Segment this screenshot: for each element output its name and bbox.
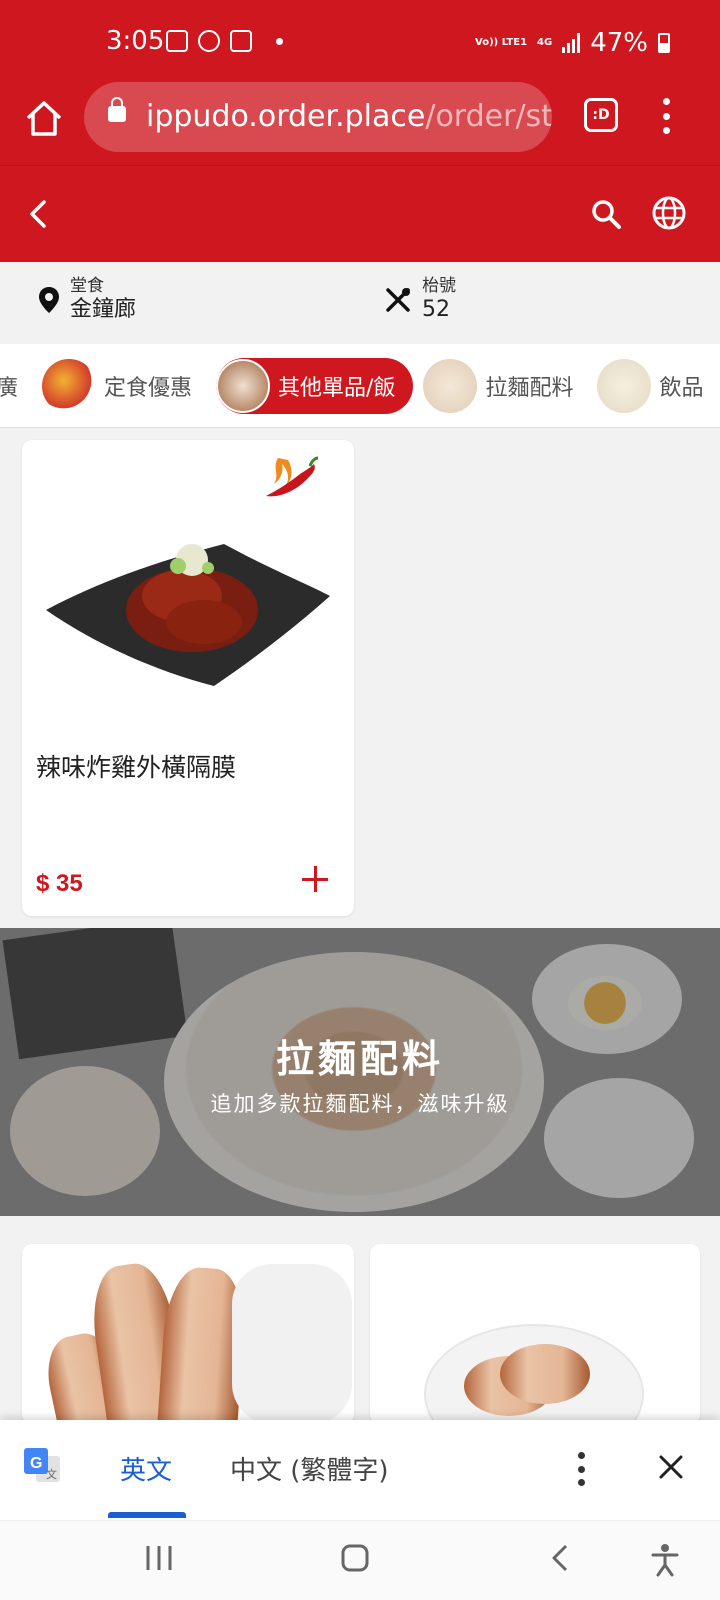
tab-drinks[interactable]: 飲品	[597, 358, 717, 414]
section-banner: 拉麵配料 追加多款拉麵配料，滋味升級	[0, 928, 720, 1216]
active-language-indicator	[108, 1512, 186, 1518]
tab-set-meal-offer[interactable]: 定食優惠	[42, 358, 206, 414]
google-translate-icon: G 文	[24, 1448, 60, 1482]
payment-notification-icon	[230, 30, 252, 52]
battery-icon	[658, 33, 670, 53]
tab-promotion[interactable]: 推廣	[0, 358, 32, 414]
signal-icon	[562, 33, 581, 53]
location-pin-icon	[39, 287, 59, 313]
section-title: 拉麵配料	[275, 1037, 444, 1081]
product-image	[46, 544, 330, 686]
more-notifications-dot	[276, 37, 283, 45]
utensils-icon	[386, 288, 410, 312]
svg-text:文: 文	[46, 1467, 57, 1481]
network-type-indicator: 4G	[537, 37, 553, 48]
lock-icon	[108, 97, 126, 122]
address-bar[interactable]: ippudo.order.place/order/stc	[84, 82, 552, 152]
battery-percent: 47%	[590, 28, 648, 58]
tab-label: 拉麵配料	[485, 376, 574, 401]
product-name: 辣味炸雞外橫隔膜	[36, 753, 237, 782]
category-tabs: 推廣 定食優惠 其他單品/飯 拉麵配料 飲品	[0, 344, 720, 428]
category-thumbnail	[42, 359, 97, 413]
home-icon[interactable]	[22, 96, 66, 140]
category-thumbnail	[423, 359, 478, 413]
source-language-tab[interactable]: 英文	[120, 1450, 172, 1487]
svg-text:G: G	[30, 1455, 42, 1472]
translate-more-icon[interactable]	[576, 1452, 586, 1486]
system-navigation-bar	[0, 1520, 720, 1600]
section-subtitle: 追加多款拉麵配料，滋味升級	[210, 1092, 510, 1116]
spicy-chili-icon	[266, 456, 319, 497]
add-to-cart-plus-icon[interactable]	[298, 862, 332, 896]
tab-label: 推廣	[0, 370, 18, 402]
translate-bar: G 文 英文 中文 (繁體字)	[0, 1420, 720, 1520]
back-arrow-icon[interactable]	[22, 194, 52, 234]
order-info-bar: 堂食 金鐘廊 枱號 52	[0, 262, 720, 344]
store-location: 金鐘廊	[70, 297, 137, 322]
volte-indicator: Vo)) LTE1	[475, 37, 528, 48]
gallery-icon	[166, 30, 188, 52]
recent-apps-icon[interactable]	[144, 1543, 174, 1573]
url-host: ippudo.order.place	[146, 99, 426, 134]
dining-mode-label: 堂食	[70, 276, 104, 296]
product-card[interactable]: 辣味炸雞外橫隔膜 $ 35	[22, 440, 354, 916]
clock: 3:05	[106, 26, 165, 56]
app-notification-icon	[198, 30, 220, 52]
category-thumbnail	[216, 359, 271, 413]
home-button-icon[interactable]	[340, 1543, 370, 1573]
product-price: $ 35	[36, 870, 83, 897]
product-card[interactable]	[22, 1244, 354, 1424]
search-icon[interactable]	[590, 198, 622, 230]
table-label: 枱號	[422, 276, 456, 296]
tab-ramen-toppings[interactable]: 拉麵配料	[423, 358, 587, 414]
product-card[interactable]	[370, 1244, 700, 1424]
tab-label: 其他單品/飯	[278, 376, 396, 401]
status-bar: 3:05 Vo)) LTE1 4G 47%	[0, 0, 720, 80]
category-thumbnail	[597, 359, 652, 413]
accessibility-icon[interactable]	[650, 1543, 680, 1577]
tab-other-items-rice[interactable]: 其他單品/飯	[216, 358, 414, 414]
language-globe-icon[interactable]	[652, 196, 686, 230]
back-button-icon[interactable]	[546, 1543, 576, 1573]
tab-switcher-button[interactable]: :D	[584, 98, 618, 132]
tab-label: 定食優惠	[104, 376, 193, 401]
table-number: 52	[422, 297, 450, 322]
table-info: 枱號 52	[384, 276, 456, 324]
notification-icons	[166, 30, 283, 52]
browser-menu-icon[interactable]	[660, 98, 672, 134]
tab-label: 飲品	[659, 376, 704, 401]
app-header	[0, 166, 720, 262]
url-path: /order/stc	[425, 99, 552, 134]
close-icon[interactable]	[656, 1452, 686, 1482]
target-language-tab[interactable]: 中文 (繁體字)	[230, 1450, 389, 1487]
dining-mode: 堂食 金鐘廊	[38, 276, 136, 324]
browser-toolbar: ippudo.order.place/order/stc :D	[0, 80, 720, 166]
